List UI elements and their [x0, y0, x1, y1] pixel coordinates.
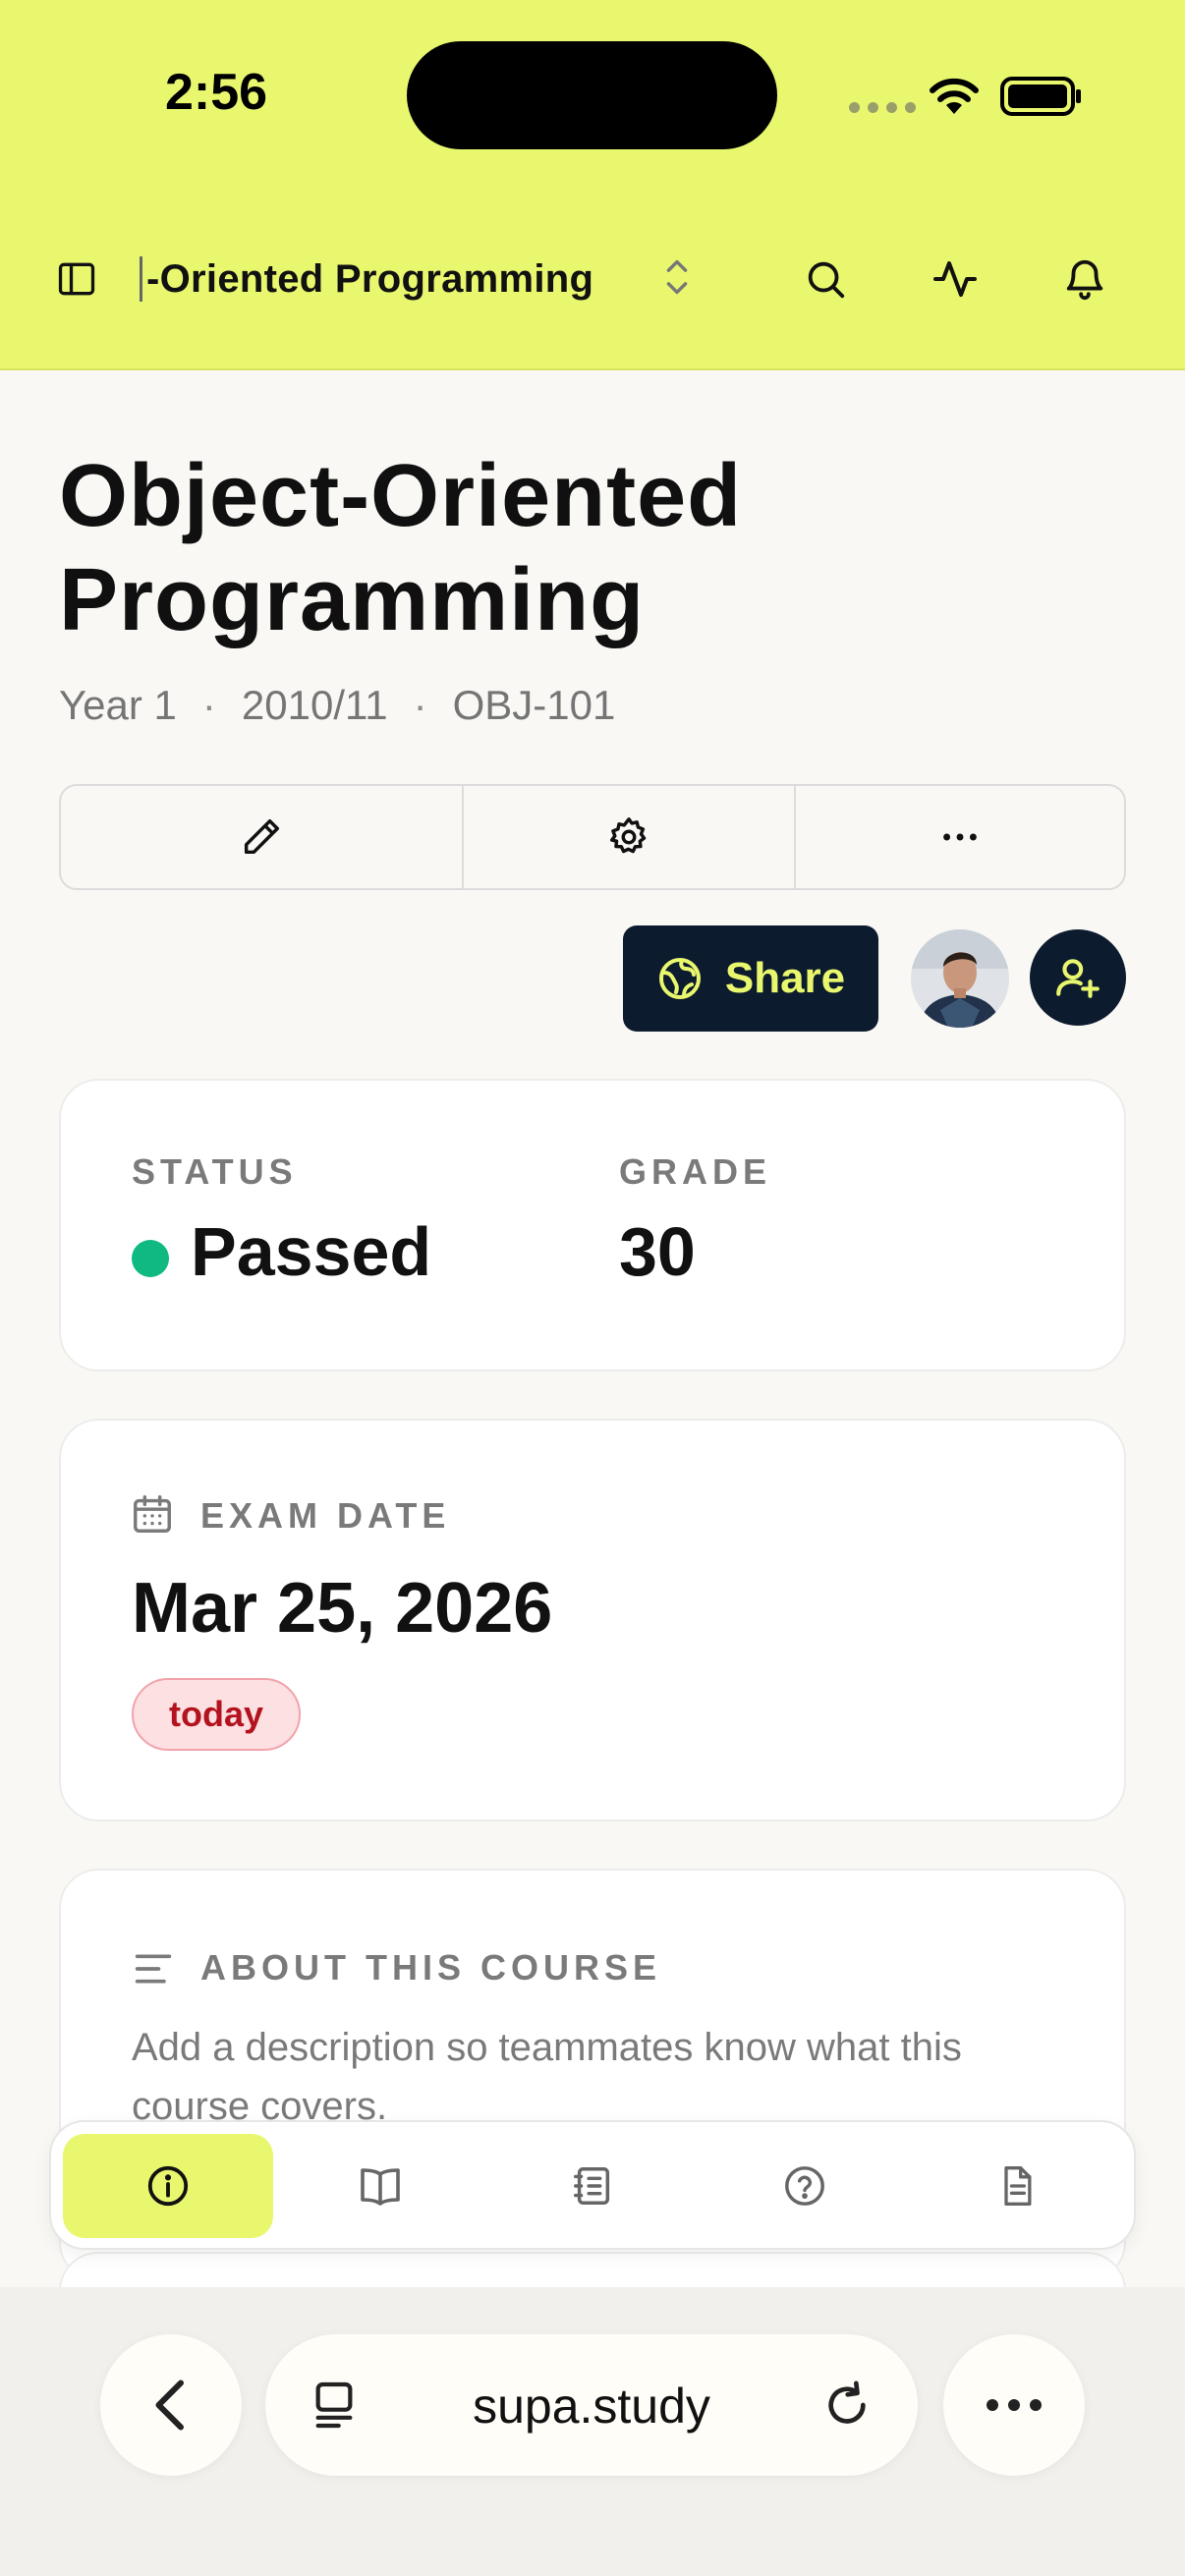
about-caption: ABOUT THIS COURSE — [200, 1947, 662, 1988]
course-code: OBJ-101 — [452, 682, 616, 728]
cellular-signal-icon — [849, 102, 916, 113]
dynamic-island — [407, 41, 777, 149]
book-icon — [361, 2168, 400, 2206]
meta-separator: · — [201, 682, 216, 728]
gear-icon — [610, 817, 647, 854]
help-icon — [785, 2166, 824, 2206]
status-card: STATUS GRADE Passed 30 — [59, 1079, 1126, 1372]
calendar-icon — [130, 1491, 175, 1537]
course-year: Year 1 — [59, 682, 177, 728]
course-actions — [59, 784, 1126, 890]
ellipsis-icon — [987, 2399, 1042, 2411]
chevron-up-down-icon[interactable] — [656, 253, 698, 301]
tab-documents[interactable] — [912, 2134, 1122, 2238]
exam-date-card: EXAM DATE Mar 25, 2026 today — [59, 1419, 1126, 1821]
bell-icon[interactable] — [1055, 250, 1114, 308]
search-icon[interactable] — [796, 250, 855, 308]
status-value: Passed — [191, 1213, 432, 1290]
chevron-left-icon — [155, 2380, 184, 2431]
address-bar[interactable]: supa.study — [265, 2334, 918, 2476]
grade-caption: GRADE — [619, 1151, 772, 1192]
activity-icon[interactable] — [926, 250, 985, 308]
user-plus-icon — [1056, 959, 1100, 998]
exam-date-caption: EXAM DATE — [200, 1495, 451, 1536]
battery-icon — [1000, 77, 1083, 116]
share-button[interactable]: Share — [623, 925, 878, 1032]
tab-materials[interactable] — [275, 2134, 485, 2238]
status-indicator-dot — [132, 1240, 169, 1277]
pencil-icon — [244, 818, 280, 855]
browser-more-button[interactable] — [943, 2334, 1085, 2476]
course-switcher[interactable]: -Oriented Programming — [140, 246, 709, 312]
notebook-icon — [574, 2167, 610, 2205]
tab-overview[interactable] — [63, 2134, 273, 2238]
today-badge: today — [132, 1678, 302, 1751]
status-caption: STATUS — [132, 1151, 298, 1192]
tab-questions[interactable] — [700, 2134, 910, 2238]
edit-button[interactable] — [61, 786, 462, 888]
reload-icon[interactable] — [819, 2378, 875, 2433]
add-member-button[interactable] — [1030, 929, 1126, 1026]
wifi-icon — [927, 75, 982, 116]
meta-separator: · — [413, 682, 427, 728]
status-time: 2:56 — [165, 64, 268, 121]
back-button[interactable] — [100, 2334, 242, 2476]
sidebar-toggle-icon[interactable] — [47, 250, 106, 308]
ellipsis-icon — [943, 833, 977, 841]
grade-value: 30 — [619, 1213, 696, 1290]
page-title: Object-Oriented Programming — [59, 447, 743, 649]
info-icon — [147, 2165, 189, 2207]
tab-notes[interactable] — [487, 2134, 698, 2238]
align-left-icon — [132, 1949, 175, 1988]
course-academic-year: 2010/11 — [241, 682, 388, 728]
course-meta: Year 1 · 2010/11 · OBJ-101 — [59, 682, 615, 729]
share-label: Share — [724, 954, 846, 1002]
about-description[interactable]: Add a description so teammates know what… — [132, 2018, 1055, 2136]
document-icon — [1004, 2166, 1032, 2206]
exam-date-value: Mar 25, 2026 — [132, 1569, 553, 1648]
course-switcher-label: -Oriented Programming — [146, 256, 594, 301]
avatar[interactable] — [911, 929, 1009, 1028]
section-tab-bar — [49, 2120, 1136, 2250]
settings-button[interactable] — [462, 786, 794, 888]
globe-icon — [658, 958, 701, 999]
app-header: 2:56 -Oriented Programming — [0, 0, 1185, 370]
more-actions-button[interactable] — [794, 786, 1124, 888]
